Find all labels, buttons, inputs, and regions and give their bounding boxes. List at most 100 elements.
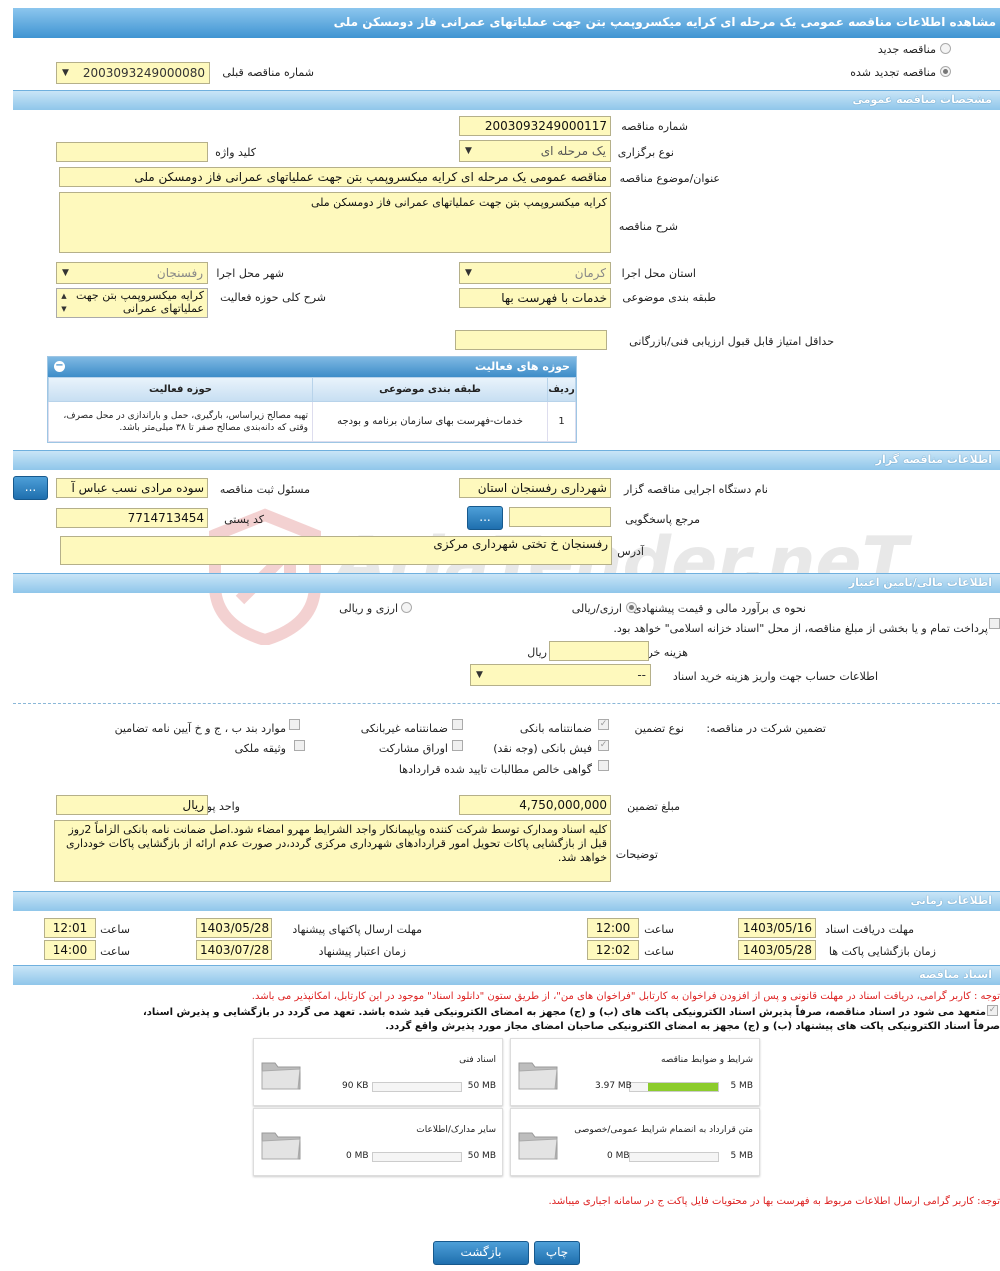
cash-checkbox[interactable]: ✓ [598, 740, 609, 751]
amount-field[interactable]: 4,750,000,000 [459, 795, 611, 815]
file-name: متن قرارداد به انضمام شرایط عمومی/خصوصی [574, 1125, 753, 1135]
clause-checkbox[interactable] [289, 719, 300, 730]
table-row[interactable]: 1 خدمات-فهرست بهای سازمان برنامه و بودجه… [48, 401, 576, 442]
time-label: ساعت [100, 945, 130, 958]
cash-label: فیش بانکی (وجه نقد) [493, 742, 592, 755]
validity-label: زمان اعتبار پیشنهاد [318, 945, 406, 958]
chevron-down-icon: ▼ [62, 68, 69, 78]
category-field[interactable]: خدمات با فهرست بها [459, 288, 611, 308]
account-select[interactable]: -- ▼ [470, 664, 651, 686]
time-label: ساعت [644, 923, 674, 936]
postal-field[interactable]: 7714713454 [56, 508, 208, 528]
window-title: مشاهده اطلاعات مناقصه عمومی یک مرحله ای … [13, 8, 1000, 38]
file-tile[interactable]: سایر مدارک/اطلاعات 50 MB 0 MB [253, 1108, 503, 1176]
scroll-arrows[interactable]: ▲ ▼ [58, 290, 70, 316]
activity-panel: حوزه های فعالیت − ردیف طبقه بندی موضوعی … [47, 356, 577, 443]
province-label: استان محل اجرا [621, 267, 696, 280]
responsible-label: مسئول ثبت مناقصه [219, 483, 310, 496]
currency-unit-field[interactable]: ریال [56, 795, 208, 815]
province-select[interactable]: کرمان ▼ [459, 262, 611, 284]
number-field[interactable]: 2003093249000117 [459, 116, 611, 136]
col-category: طبقه بندی موضوعی [312, 377, 548, 402]
category-label: طبقه بندی موضوعی [622, 291, 716, 304]
address-field[interactable]: رفسنجان خ تختی شهرداری مرکزی [60, 536, 612, 565]
send-date[interactable]: 1403/05/28 [196, 918, 272, 938]
chevron-down-icon: ▼ [465, 268, 472, 278]
time-label: ساعت [100, 923, 130, 936]
rial-radio[interactable] [626, 602, 637, 613]
new-tender-radio[interactable] [940, 43, 951, 54]
property-checkbox[interactable] [294, 740, 305, 751]
min-score-field[interactable] [455, 330, 607, 350]
org-field[interactable]: شهرداری رفسنجان استان [459, 478, 611, 498]
col-row: ردیف [547, 377, 576, 402]
section-documents: اسناد مناقصه [13, 965, 1000, 985]
file-tile[interactable]: اسناد فنی 50 MB 90 KB [253, 1038, 503, 1106]
number-label: شماره مناقصه [621, 120, 688, 133]
send-time[interactable]: 12:01 [44, 918, 96, 938]
postal-label: کد پستی [224, 513, 264, 526]
file-tile[interactable]: متن قرارداد به انضمام شرایط عمومی/خصوصی … [510, 1108, 760, 1176]
file-used-size: 90 KB [342, 1081, 369, 1091]
desc-field[interactable]: کرایه میکسروپمپ بتن جهت عملیاتهای عمرانی… [59, 192, 611, 253]
validity-time[interactable]: 14:00 [44, 940, 96, 960]
activity-desc-field[interactable]: کرایه میکسروپمپ بتن جهت عملیاتهای عمرانی [56, 288, 208, 318]
treasury-checkbox[interactable] [989, 618, 1000, 629]
file-tile[interactable]: شرایط و ضوابط مناقصه 5 MB 3.97 MB [510, 1038, 760, 1106]
claims-checkbox[interactable] [598, 760, 609, 771]
validity-date[interactable]: 1403/07/28 [196, 940, 272, 960]
usage-bar [372, 1082, 462, 1092]
reference-field[interactable] [509, 507, 611, 527]
guarantee-type-label: نوع تضمین [634, 722, 684, 735]
city-select[interactable]: رفسنجان ▼ [56, 262, 208, 284]
notes-field[interactable]: کلیه اسناد ومدارک توسط شرکت کننده وپایپم… [54, 820, 611, 882]
file-max-size: 5 MB [730, 1081, 753, 1091]
activity-panel-header: حوزه های فعالیت − [48, 357, 576, 377]
prev-number-select[interactable]: 2003093249000080 ▼ [56, 62, 210, 84]
open-date[interactable]: 1403/05/28 [738, 940, 816, 960]
receive-time[interactable]: 12:00 [587, 918, 639, 938]
back-button[interactable]: بازگشت [433, 1241, 529, 1265]
receive-date[interactable]: 1403/05/16 [738, 918, 816, 938]
address-label: آدرس [617, 545, 644, 558]
file-used-size: 3.97 MB [595, 1081, 632, 1091]
bonds-checkbox[interactable] [452, 740, 463, 751]
org-label: نام دستگاه اجرایی مناقصه گزار [624, 483, 768, 496]
file-used-size: 0 MB [607, 1151, 630, 1161]
bank-guarantee-checkbox[interactable]: ✓ [598, 719, 609, 730]
currency-radio[interactable] [401, 602, 412, 613]
doc-note-1: توجه : کاربر گرامی، دریافت اسناد در مهلت… [251, 991, 1000, 1002]
print-button[interactable]: چاپ [534, 1241, 580, 1265]
renewed-tender-radio[interactable] [940, 66, 951, 77]
bank-guarantee-label: ضمانتنامه بانکی [519, 722, 592, 735]
responsible-lookup-button[interactable]: ... [13, 476, 48, 500]
folder-icon [518, 1062, 558, 1090]
city-label: شهر محل اجرا [216, 267, 284, 280]
commit-checkbox[interactable]: ✓ [987, 1005, 998, 1016]
keyword-field[interactable] [56, 142, 208, 162]
send-label: مهلت ارسال پاکتهای پیشنهاد [292, 923, 422, 936]
file-name: شرایط و ضوابط مناقصه [660, 1055, 753, 1065]
doc-note-2b: صرفاً اسناد الکترونیکی پاکت های پیشنهاد … [385, 1021, 1000, 1032]
file-name: اسناد فنی [459, 1055, 496, 1065]
open-time[interactable]: 12:02 [587, 940, 639, 960]
responsible-field[interactable]: سوده مرادی نسب عباس آ [56, 478, 208, 498]
min-score-label: حداقل امتیاز قابل قبول ارزیابی فنی/بازرگ… [629, 335, 834, 348]
title-field[interactable]: مناقصه عمومی یک مرحله ای کرایه میکسروپمپ… [59, 167, 611, 187]
section-organizer: اطلاعات مناقصه گزار [13, 450, 1000, 470]
file-max-size: 50 MB [467, 1081, 496, 1091]
file-max-size: 50 MB [467, 1151, 496, 1161]
usage-bar [629, 1152, 719, 1162]
reference-lookup-button[interactable]: ... [467, 506, 503, 530]
doc-cost-field[interactable] [549, 641, 649, 661]
guarantee-label: تضمین شرکت در مناقصه: [706, 722, 826, 735]
collapse-icon[interactable]: − [54, 361, 65, 372]
nonbank-guarantee-checkbox[interactable] [452, 719, 463, 730]
section-financial: اطلاعات مالی/تامین اعتبار [13, 573, 1000, 593]
folder-icon [261, 1132, 301, 1160]
file-max-size: 5 MB [730, 1151, 753, 1161]
section-general: مشخصات مناقصه عمومی [13, 90, 1000, 110]
type-select[interactable]: یک مرحله ای ▼ [459, 140, 611, 162]
currency-label: ارزی و ریالی [339, 602, 398, 615]
divider [13, 703, 1000, 704]
